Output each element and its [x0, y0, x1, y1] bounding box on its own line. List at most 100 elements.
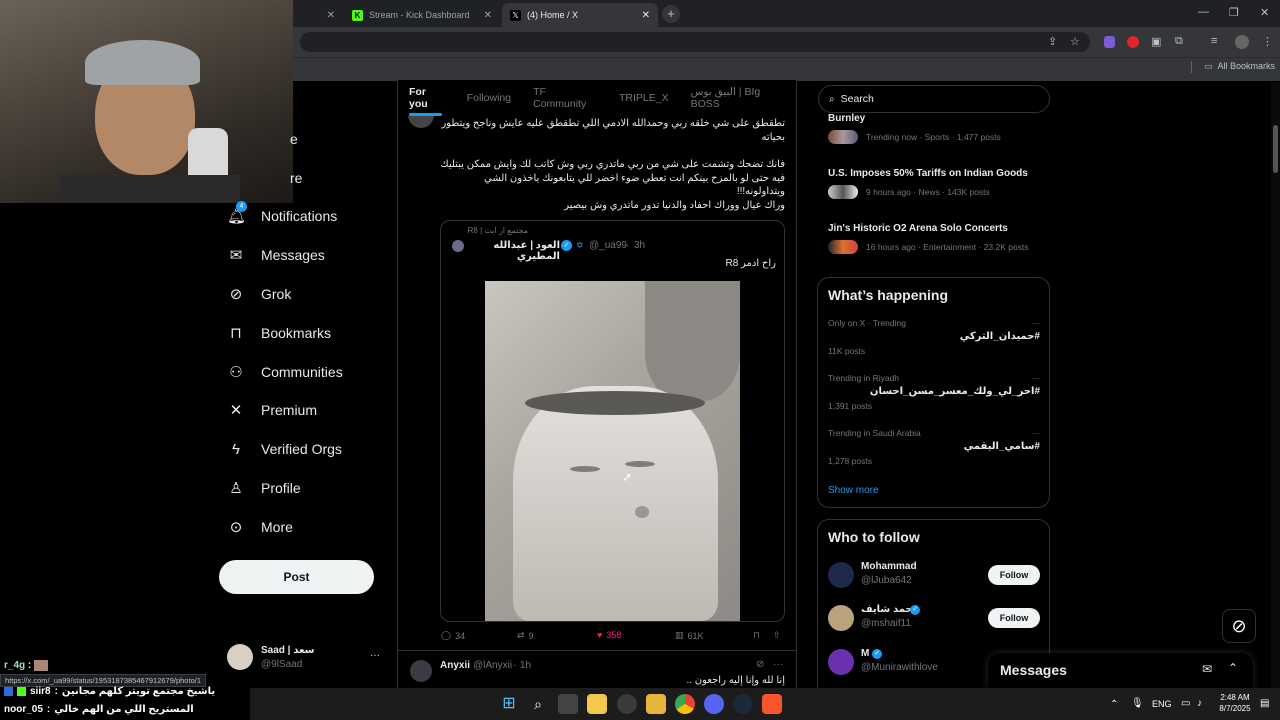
browser-tab-x[interactable]: 𝕏 (4) Home / X ✕: [502, 3, 658, 27]
network-icon[interactable]: ▭: [1181, 698, 1190, 709]
volume-icon[interactable]: ♪: [1197, 698, 1202, 709]
trend-item[interactable]: Burnley Trending now · Sports · 1,477 po…: [828, 113, 1043, 155]
tab-big-boss[interactable]: البيق بوس | BIg BOSS: [680, 86, 796, 110]
nav-bookmarks[interactable]: ⊓ Bookmarks: [215, 313, 395, 352]
nav-communities[interactable]: ⚇ Communities: [215, 352, 395, 391]
trend-context: Only on X · Trending: [828, 318, 906, 328]
browser-tab-kick[interactable]: K Stream - Kick Dashboard ✕: [344, 3, 500, 27]
reply-button[interactable]: ◯ 34: [441, 630, 465, 641]
more-dots-icon[interactable]: ···: [1032, 428, 1041, 438]
nav-profile[interactable]: ♙ Profile: [215, 469, 395, 508]
like-button[interactable]: ♥ 358: [597, 630, 621, 640]
follow-suggestion[interactable]: Mohammad @lJuba642 Follow: [828, 560, 1040, 590]
chrome-icon[interactable]: [675, 694, 695, 714]
messages-drawer[interactable]: Messages ✉ ⌃: [988, 653, 1253, 688]
more-dots-icon[interactable]: ···: [1032, 373, 1041, 383]
tab-tf-community[interactable]: TF Community: [522, 86, 608, 110]
compose-message-icon[interactable]: ✉: [1202, 662, 1212, 676]
app-icon[interactable]: [617, 694, 637, 714]
file-manager-icon[interactable]: [587, 694, 607, 714]
photo-planter-opening: [525, 391, 705, 415]
grok-floating-button[interactable]: ⊘: [1222, 609, 1256, 643]
close-icon[interactable]: ✕: [327, 10, 335, 21]
share-button[interactable]: ⇧: [773, 630, 781, 641]
close-icon[interactable]: ✕: [484, 10, 492, 21]
notification-center-icon[interactable]: ▤: [1260, 698, 1269, 709]
tweet2-author[interactable]: Anyxii: [440, 660, 470, 671]
trend-item[interactable]: Trending in Saudi Arabia ··· #سامي_اليقم…: [828, 428, 1040, 474]
views-button[interactable]: ▥ 61K: [675, 630, 704, 641]
search-input[interactable]: ⌕ Search: [818, 85, 1050, 113]
tweet-text: تطقطق على شي خلقه ربي وحمدالله الادمي ال…: [440, 117, 785, 212]
restore-icon[interactable]: ❐: [1229, 6, 1239, 19]
trend-title: U.S. Imposes 50% Tariffs on Indian Goods: [828, 168, 1028, 179]
task-view-icon[interactable]: [558, 694, 578, 714]
nav-more[interactable]: ⊙ More: [215, 507, 395, 546]
repost-button[interactable]: ⇄ 9: [517, 630, 534, 641]
nav-item-partial[interactable]: re: [290, 170, 302, 186]
media-icon[interactable]: ≡: [1211, 35, 1217, 47]
trend-posts: 1,391 posts: [828, 401, 872, 411]
follow-suggestion[interactable]: محمد شايف ✓ @mshaif11 Follow: [828, 603, 1040, 633]
trend-item[interactable]: Trending in Riyadh ··· #احر_لي_ولك_معسر_…: [828, 373, 1040, 419]
community-label[interactable]: مجتمع ار ايت | R8: [450, 226, 528, 235]
folder-icon[interactable]: [646, 694, 666, 714]
post-button[interactable]: Post: [219, 560, 374, 594]
extension-opera-icon[interactable]: [1127, 36, 1139, 48]
nav-item-partial[interactable]: e: [290, 131, 298, 147]
nav-notifications[interactable]: 🔔︎ 4 Notifications: [215, 197, 395, 236]
more-dots-icon[interactable]: ···: [773, 659, 783, 670]
nav-grok[interactable]: ⊘ Grok: [215, 275, 395, 314]
nav-messages[interactable]: ✉ Messages: [215, 236, 395, 275]
photo-eye-right: [625, 461, 655, 467]
install-icon[interactable]: ⇪: [1048, 35, 1057, 48]
minimize-icon[interactable]: —: [1198, 6, 1209, 18]
user-avatar: [828, 649, 854, 675]
nav-verified-orgs[interactable]: ϟ Verified Orgs: [215, 430, 395, 469]
follow-button[interactable]: Follow: [988, 565, 1040, 585]
all-bookmarks[interactable]: ▭ All Bookmarks: [1204, 61, 1275, 72]
trend-item[interactable]: U.S. Imposes 50% Tariffs on Indian Goods…: [828, 168, 1043, 210]
show-more-link[interactable]: Show more: [828, 485, 879, 496]
account-switcher[interactable]: Saad | سعد @9lSaad ···: [222, 640, 387, 676]
chevron-up-icon[interactable]: ⌃: [1228, 661, 1238, 675]
brave-icon[interactable]: [762, 694, 782, 714]
language-indicator[interactable]: ENG: [1152, 699, 1172, 709]
puzzle-icon[interactable]: ⧉: [1175, 35, 1183, 48]
quote-photo[interactable]: [485, 281, 740, 621]
scrollbar-thumb[interactable]: [1273, 125, 1278, 173]
more-dots-icon: ···: [370, 650, 380, 661]
bookmark-button[interactable]: ⊓: [753, 630, 760, 641]
tab-following[interactable]: Following: [456, 92, 522, 104]
star-icon[interactable]: ☆: [1070, 35, 1080, 48]
nav-premium[interactable]: ✕ Premium: [215, 391, 395, 430]
microphone-icon[interactable]: 🎙︎: [1131, 698, 1144, 709]
steam-icon[interactable]: [733, 694, 753, 714]
trend-item[interactable]: Jin's Historic O2 Arena Solo Concerts 16…: [828, 223, 1043, 265]
nav-label: Verified Orgs: [261, 441, 342, 458]
grok-icon[interactable]: ⊘: [756, 659, 764, 670]
tweet2-avatar[interactable]: [410, 660, 432, 682]
tray-chevron-icon[interactable]: ⌃: [1110, 699, 1118, 710]
kick-logo-icon: K: [352, 9, 363, 21]
url-input[interactable]: [300, 32, 1090, 52]
discord-icon[interactable]: [704, 694, 724, 714]
quote-author[interactable]: العود | عبدالله المطيري: [468, 240, 560, 262]
window-close-icon[interactable]: ✕: [1260, 6, 1269, 19]
search-icon[interactable]: ⌕: [528, 694, 548, 714]
extension-icon[interactable]: ▣: [1151, 35, 1161, 48]
browser-tab-hidden[interactable]: ✕: [293, 3, 343, 27]
clock[interactable]: 2:48 AM 8/7/2025: [1218, 693, 1252, 713]
more-dots-icon[interactable]: ···: [1032, 318, 1041, 328]
new-tab-button[interactable]: +: [662, 5, 680, 23]
extension-shield-icon[interactable]: [1104, 36, 1115, 48]
tab-for-you[interactable]: For you: [398, 86, 456, 110]
follow-button[interactable]: Follow: [988, 608, 1040, 628]
tweet-line: تطقطق على شي خلقه ربي وحمدالله الادمي ال…: [441, 118, 785, 129]
close-icon[interactable]: ✕: [642, 10, 650, 21]
start-icon[interactable]: ⊞: [499, 694, 519, 714]
tab-triple-x[interactable]: TRIPLE_X: [608, 92, 680, 104]
profile-avatar-icon[interactable]: [1235, 35, 1249, 49]
trend-item[interactable]: Only on X · Trending ··· #حميدان_التركي …: [828, 318, 1040, 364]
menu-kebab-icon[interactable]: ⋮: [1262, 35, 1273, 48]
